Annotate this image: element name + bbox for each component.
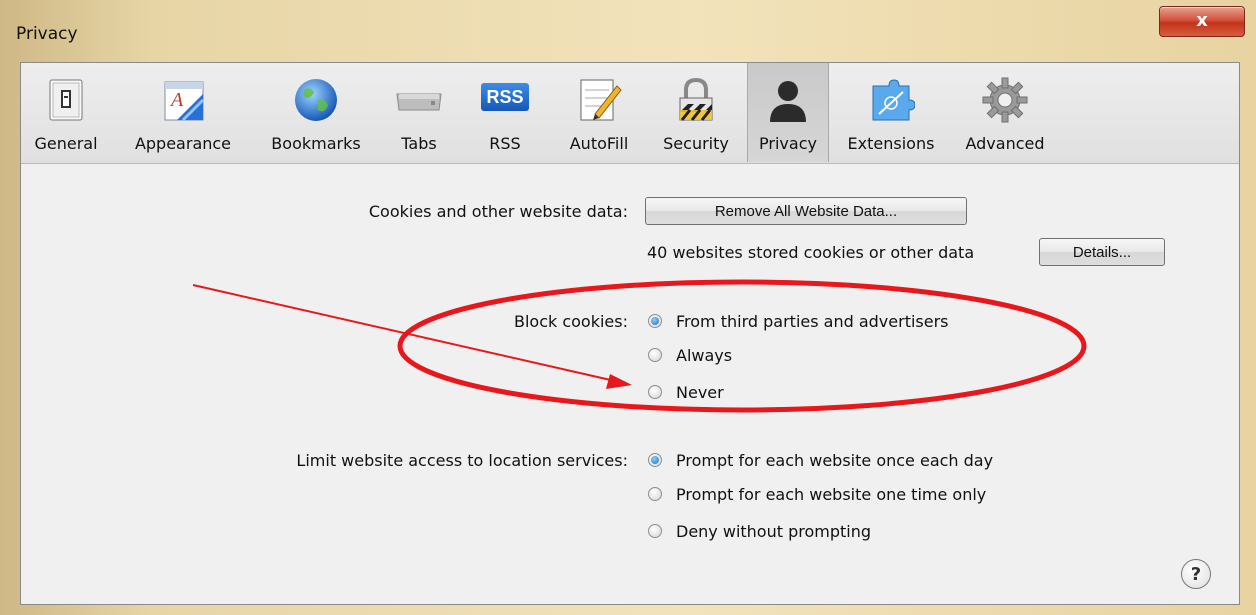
tab-bookmarks[interactable]: Bookmarks <box>255 63 377 162</box>
tab-security[interactable]: Security <box>651 63 741 162</box>
tabs-icon <box>396 93 442 111</box>
location-deny-label[interactable]: Deny without prompting <box>676 522 871 541</box>
location-one-time-only-label[interactable]: Prompt for each website one time only <box>676 485 986 504</box>
tab-extensions-label: Extensions <box>847 134 935 153</box>
tab-general[interactable]: General <box>23 63 109 162</box>
tab-security-label: Security <box>663 134 729 153</box>
tab-autofill[interactable]: AutoFill <box>559 63 639 162</box>
location-one-time-only-radio[interactable] <box>648 487 662 501</box>
tab-rss[interactable]: RSS RSS <box>475 63 535 162</box>
tab-tabs-label: Tabs <box>401 134 437 153</box>
svg-text:A: A <box>169 89 184 111</box>
tab-advanced[interactable]: Advanced <box>959 63 1051 162</box>
tab-tabs[interactable]: Tabs <box>389 63 449 162</box>
appearance-icon: A <box>164 81 205 122</box>
lock-icon <box>679 77 713 121</box>
close-button[interactable]: x <box>1159 6 1245 37</box>
help-button[interactable]: ? <box>1181 559 1211 589</box>
details-button[interactable]: Details... <box>1039 238 1165 266</box>
rss-icon: RSS <box>481 83 529 111</box>
tab-appearance[interactable]: A Appearance <box>121 63 245 162</box>
window-title: Privacy <box>16 24 78 44</box>
tab-advanced-label: Advanced <box>965 134 1045 153</box>
globe-icon <box>295 79 337 121</box>
location-once-each-day-label[interactable]: Prompt for each website once each day <box>676 451 993 470</box>
remove-all-website-data-button[interactable]: Remove All Website Data... <box>645 197 967 225</box>
person-silhouette-icon <box>770 81 806 122</box>
cookies-label: Cookies and other website data: <box>368 202 628 221</box>
block-cookies-label: Block cookies: <box>513 312 628 331</box>
location-once-each-day-radio[interactable] <box>648 453 662 467</box>
tab-privacy[interactable]: Privacy <box>747 63 829 162</box>
location-deny-radio[interactable] <box>648 524 662 538</box>
window-frame: Privacy x General A Appearance Bookmarks… <box>0 0 1256 615</box>
title-bar: Privacy x <box>0 0 1256 66</box>
tab-privacy-label: Privacy <box>759 134 817 153</box>
stored-cookies-text: 40 websites stored cookies or other data <box>647 243 975 262</box>
location-services-label: Limit website access to location service… <box>296 451 628 470</box>
gear-icon <box>982 77 1028 123</box>
autofill-icon <box>580 79 622 121</box>
block-cookies-always-label[interactable]: Always <box>676 346 732 365</box>
block-cookies-never-label[interactable]: Never <box>676 383 724 402</box>
block-cookies-never-radio[interactable] <box>648 385 662 399</box>
tab-general-label: General <box>34 134 98 153</box>
tab-appearance-label: Appearance <box>134 134 232 153</box>
block-cookies-third-party-radio[interactable] <box>648 314 662 328</box>
preferences-toolbar: General A Appearance Bookmarks Tabs RSS … <box>21 63 1239 164</box>
general-switch-icon <box>49 79 83 121</box>
tab-bookmarks-label: Bookmarks <box>271 134 361 153</box>
preferences-pane: General A Appearance Bookmarks Tabs RSS … <box>20 62 1240 605</box>
tab-autofill-label: AutoFill <box>569 134 629 153</box>
block-cookies-always-radio[interactable] <box>648 348 662 362</box>
tab-rss-label: RSS <box>489 134 521 153</box>
extensions-icon <box>872 79 915 121</box>
tab-extensions[interactable]: Extensions <box>839 63 943 162</box>
block-cookies-third-party-label[interactable]: From third parties and advertisers <box>676 312 949 331</box>
